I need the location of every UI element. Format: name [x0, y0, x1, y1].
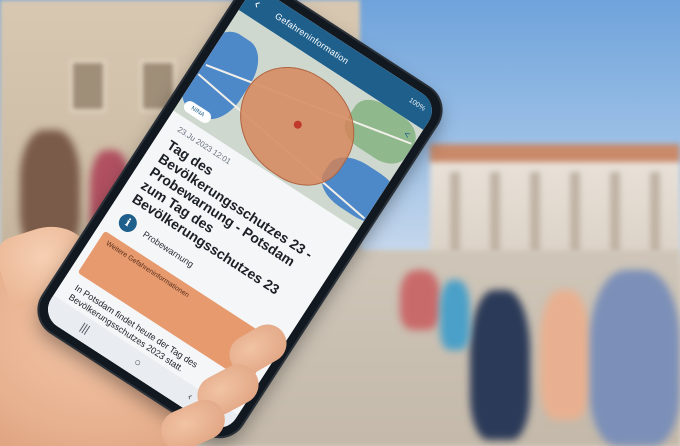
home-icon[interactable]: ○ — [131, 356, 143, 370]
back-arrow-icon[interactable]: ‹ — [251, 0, 264, 11]
window — [70, 60, 106, 112]
crowd-person — [590, 270, 680, 446]
roof — [430, 144, 680, 162]
info-icon: i — [115, 210, 141, 236]
recent-apps-icon[interactable]: ||| — [78, 321, 92, 336]
status-bar-text: 100% — [407, 97, 427, 113]
crowd-person — [440, 280, 470, 350]
crowd-person — [470, 290, 530, 440]
crowd-person — [540, 290, 590, 420]
crowd-person — [400, 270, 440, 330]
back-nav-icon[interactable]: ‹ — [185, 391, 195, 403]
photo: ‹ Gefahreninformation 100% NINA < 23.Ju … — [0, 0, 680, 446]
